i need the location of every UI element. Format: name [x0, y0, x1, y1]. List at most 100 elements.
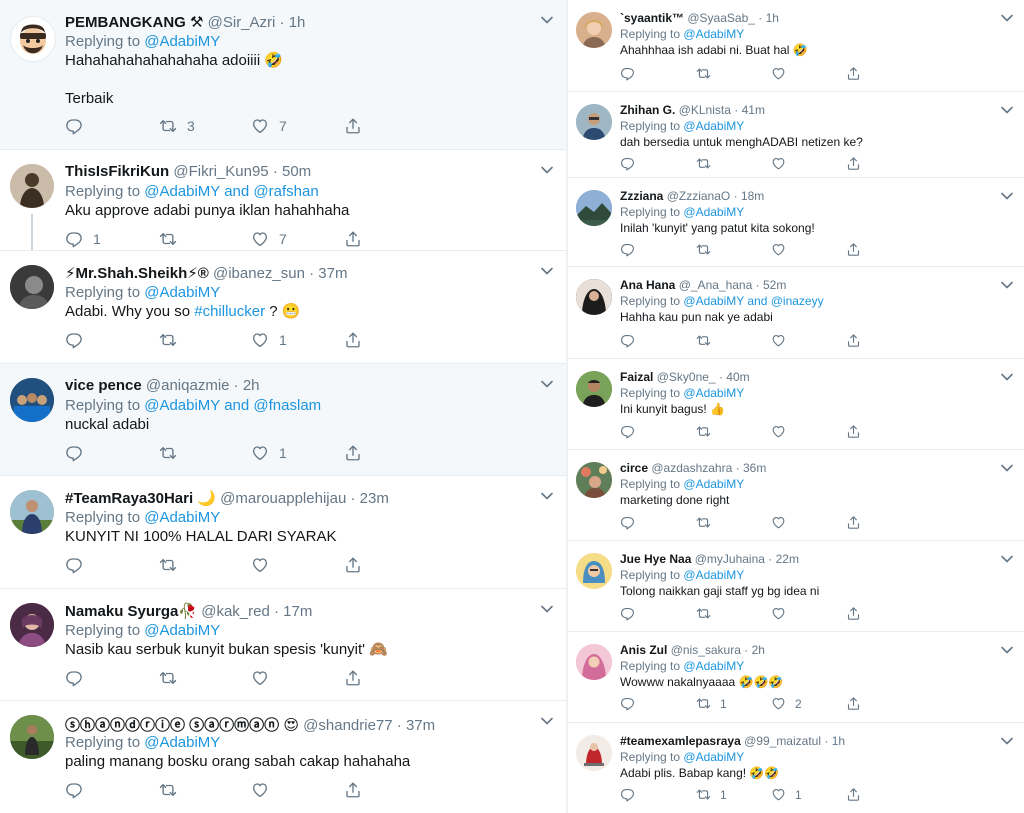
avatar[interactable]	[576, 644, 612, 680]
tweet[interactable]: #teamexamlepasraya @99_maizatul · 1h Rep…	[568, 723, 1024, 813]
like-button[interactable]: 7	[251, 117, 287, 135]
reply-mention[interactable]: @AdabiMY	[144, 33, 220, 50]
reply-mention[interactable]: @AdabiMY and @rafshan	[144, 183, 318, 200]
chevron-down-icon[interactable]	[540, 713, 554, 723]
user-handle[interactable]: @azdashzahra	[651, 461, 732, 475]
timestamp[interactable]: 50m	[282, 163, 311, 180]
like-button[interactable]	[771, 424, 795, 439]
reply-mention[interactable]: @AdabiMY	[144, 622, 220, 639]
display-name[interactable]: Zzziana	[620, 189, 663, 203]
timestamp[interactable]: 40m	[726, 370, 749, 384]
reply-mention[interactable]: @AdabiMY	[683, 568, 744, 582]
like-button[interactable]	[251, 781, 279, 799]
reply-mention[interactable]: @AdabiMY and @fnaslam	[144, 397, 321, 414]
user-handle[interactable]: @kak_red	[201, 603, 270, 620]
display-name[interactable]: #TeamRaya30Hari 🌙	[65, 490, 216, 507]
share-button[interactable]	[344, 230, 362, 248]
share-button[interactable]	[846, 787, 861, 802]
retweet-button[interactable]: 1	[696, 696, 727, 711]
avatar[interactable]	[10, 16, 56, 62]
retweet-button[interactable]	[696, 606, 720, 621]
tweet[interactable]: `syaantik™ @SyaaSab_ · 1h Replying to @A…	[568, 0, 1024, 92]
reply-mention[interactable]: @AdabiMY and @inazeyy	[683, 294, 823, 308]
like-button[interactable]: 1	[771, 787, 802, 802]
retweet-button[interactable]	[159, 230, 187, 248]
timestamp[interactable]: 23m	[360, 490, 389, 507]
avatar[interactable]	[10, 164, 54, 208]
reply-mention[interactable]: @AdabiMY	[144, 509, 220, 526]
share-button[interactable]	[846, 66, 861, 81]
display-name[interactable]: Ana Hana	[620, 278, 675, 292]
tweet[interactable]: ThisIsFikriKun @Fikri_Kun95 · 50m Replyi…	[0, 150, 566, 251]
tweet[interactable]: ⓢⓗⓐⓝⓓⓡⓘⓔ ⓢⓐⓡⓜⓐⓝ 😍 @shandrie77 · 37m Repl…	[0, 701, 566, 813]
share-button[interactable]	[846, 424, 861, 439]
user-handle[interactable]: @99_maizatul	[744, 734, 821, 748]
reply-mention[interactable]: @AdabiMY	[683, 750, 744, 764]
tweet[interactable]: Faizal @Sky0ne_ · 40m Replying to @Adabi…	[568, 359, 1024, 450]
reply-mention[interactable]: @AdabiMY	[683, 119, 744, 133]
retweet-button[interactable]	[159, 444, 187, 462]
share-button[interactable]	[344, 117, 362, 135]
tweet[interactable]: ⚡Mr.Shah.Sheikh⚡® @ibanez_sun · 37m Repl…	[0, 251, 566, 364]
timestamp[interactable]: 52m	[763, 278, 786, 292]
tweet[interactable]: Zzziana @ZzzianaO · 18m Replying to @Ada…	[568, 178, 1024, 267]
avatar[interactable]	[576, 279, 612, 315]
share-button[interactable]	[344, 444, 362, 462]
timestamp[interactable]: 41m	[742, 103, 765, 117]
retweet-button[interactable]	[696, 515, 720, 530]
like-button[interactable]	[771, 606, 795, 621]
user-handle[interactable]: @Fikri_Kun95	[173, 163, 268, 180]
avatar[interactable]	[576, 462, 612, 498]
chevron-down-icon[interactable]	[1000, 188, 1014, 198]
reply-mention[interactable]: @AdabiMY	[144, 734, 220, 751]
reply-button[interactable]	[620, 424, 644, 439]
display-name[interactable]: #teamexamlepasraya	[620, 734, 741, 748]
display-name[interactable]: Namaku Syurga🥀	[65, 603, 197, 620]
user-handle[interactable]: @SyaaSab_	[687, 11, 755, 25]
hashtag-link[interactable]: #chillucker	[194, 303, 265, 320]
display-name[interactable]: ⚡Mr.Shah.Sheikh⚡®	[65, 265, 209, 282]
chevron-down-icon[interactable]	[540, 488, 554, 498]
timestamp[interactable]: 18m	[741, 189, 764, 203]
like-button[interactable]	[771, 156, 795, 171]
share-button[interactable]	[846, 156, 861, 171]
reply-mention[interactable]: @AdabiMY	[683, 205, 744, 219]
share-button[interactable]	[344, 331, 362, 349]
user-handle[interactable]: @Sky0ne_	[657, 370, 716, 384]
retweet-button[interactable]: 3	[159, 117, 195, 135]
timestamp[interactable]: 37m	[406, 717, 435, 734]
avatar[interactable]	[576, 190, 612, 226]
chevron-down-icon[interactable]	[1000, 551, 1014, 561]
reply-mention[interactable]: @AdabiMY	[683, 477, 744, 491]
like-button[interactable]	[771, 242, 795, 257]
reply-button[interactable]	[65, 117, 93, 135]
chevron-down-icon[interactable]	[1000, 277, 1014, 287]
like-button[interactable]	[251, 556, 279, 574]
retweet-button[interactable]	[696, 66, 720, 81]
share-button[interactable]	[344, 556, 362, 574]
tweet[interactable]: Zhihan G. @KLnista · 41m Replying to @Ad…	[568, 92, 1024, 178]
reply-button[interactable]	[620, 66, 644, 81]
avatar[interactable]	[10, 378, 54, 422]
timestamp[interactable]: 37m	[318, 265, 347, 282]
like-button[interactable]: 7	[251, 230, 287, 248]
chevron-down-icon[interactable]	[540, 601, 554, 611]
timestamp[interactable]: 22m	[776, 552, 799, 566]
reply-button[interactable]	[65, 444, 93, 462]
share-button[interactable]	[846, 696, 861, 711]
tweet[interactable]: PEMBANGKANG ⚒ @Sir_Azri · 1h Replying to…	[0, 0, 566, 150]
share-button[interactable]	[846, 333, 861, 348]
reply-mention[interactable]: @AdabiMY	[683, 386, 744, 400]
chevron-down-icon[interactable]	[1000, 460, 1014, 470]
like-button[interactable]	[771, 66, 795, 81]
share-button[interactable]	[344, 781, 362, 799]
retweet-button[interactable]	[159, 781, 187, 799]
reply-mention[interactable]: @AdabiMY	[683, 659, 744, 673]
display-name[interactable]: Zhihan G.	[620, 103, 675, 117]
reply-mention[interactable]: @AdabiMY	[683, 27, 744, 41]
display-name[interactable]: Faizal	[620, 370, 653, 384]
display-name[interactable]: ThisIsFikriKun	[65, 163, 169, 180]
retweet-button[interactable]	[696, 156, 720, 171]
tweet[interactable]: Anis Zul @nis_sakura · 2h Replying to @A…	[568, 632, 1024, 723]
avatar[interactable]	[576, 12, 612, 48]
